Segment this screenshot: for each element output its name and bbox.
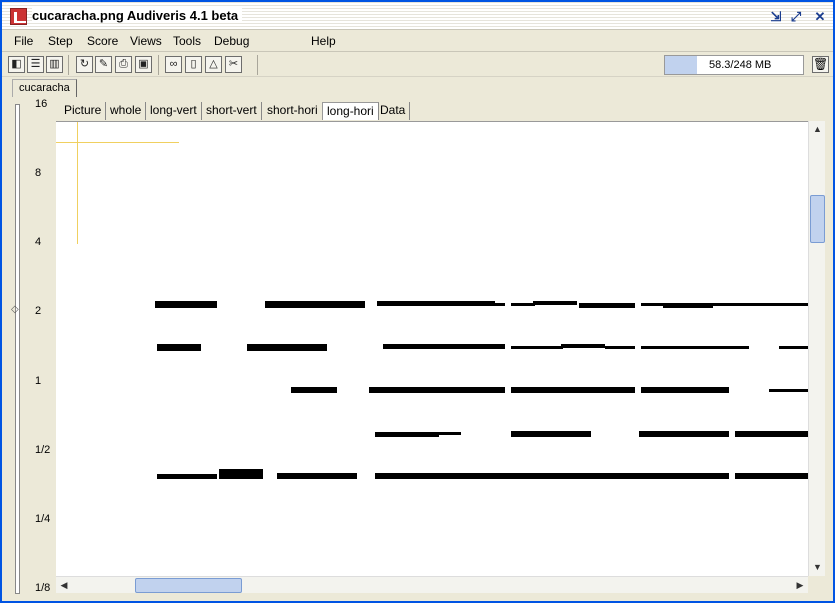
- zoom-slider-track[interactable]: [15, 104, 20, 594]
- tab-long-hori[interactable]: long-hori: [322, 102, 379, 120]
- tab-whole[interactable]: whole: [106, 102, 147, 120]
- scroll-up-icon[interactable]: ▲: [809, 121, 826, 137]
- menu-score[interactable]: Score: [87, 34, 118, 48]
- menu-debug[interactable]: Debug: [214, 34, 249, 48]
- menu-views[interactable]: Views: [130, 34, 162, 48]
- scale-label: 1: [35, 375, 42, 387]
- minimize-icon[interactable]: ⇲: [768, 9, 784, 25]
- scale-label: 16: [35, 98, 48, 110]
- horizontal-run: [605, 346, 635, 349]
- horizontal-run: [155, 301, 217, 308]
- close-icon[interactable]: ✕: [812, 9, 828, 25]
- vertical-scroll-thumb[interactable]: [810, 195, 825, 243]
- edit-icon[interactable]: ✎: [95, 56, 112, 73]
- horizontal-run: [579, 303, 635, 308]
- menu-step[interactable]: Step: [48, 34, 73, 48]
- print-icon[interactable]: ⎙: [115, 56, 132, 73]
- view-tab-bar: Picture whole long-vert short-vert short…: [56, 100, 816, 120]
- memory-text: 58.3/248 MB: [709, 59, 772, 71]
- scale-label: 1/8: [35, 582, 51, 594]
- zoom-scale-panel: ◇ 16 8 4 2 1 1/2 1/4 1/8: [5, 98, 55, 598]
- tab-data[interactable]: Data: [376, 102, 411, 120]
- horizontal-run: [383, 344, 505, 349]
- cut-icon[interactable]: ✂: [225, 56, 242, 73]
- horizontal-run: [713, 303, 808, 306]
- document-tab[interactable]: cucaracha: [12, 79, 77, 97]
- long-hori-view-canvas[interactable]: [56, 121, 808, 576]
- horizontal-run: [265, 301, 365, 308]
- horizontal-run: [735, 431, 808, 437]
- tab-short-vert[interactable]: short-vert: [202, 102, 262, 120]
- audiveris-app-icon: [10, 8, 27, 25]
- tab-picture[interactable]: Picture: [60, 102, 107, 120]
- zoom-slider-thumb[interactable]: ◇: [11, 304, 25, 318]
- horizontal-run: [641, 303, 663, 306]
- refresh-icon[interactable]: ↻: [76, 56, 93, 73]
- horizontal-run: [277, 473, 357, 479]
- horizontal-run: [561, 344, 605, 348]
- scroll-down-icon[interactable]: ▼: [809, 559, 826, 575]
- horizontal-run: [511, 387, 635, 393]
- horizontal-scrollbar[interactable]: ◀ ▶: [56, 576, 808, 593]
- columns-icon[interactable]: ▥: [46, 56, 63, 73]
- vertical-scrollbar[interactable]: ▲ ▼: [808, 121, 825, 576]
- horizontal-run: [663, 303, 713, 308]
- crosshair-horizontal: [56, 142, 179, 143]
- horizontal-run: [157, 344, 201, 351]
- horizontal-run: [769, 389, 808, 392]
- horizontal-run: [291, 387, 337, 393]
- horizontal-run: [247, 344, 327, 351]
- horizontal-run: [735, 473, 808, 479]
- toolbar-separator: [158, 55, 159, 75]
- toolbar-separator: [257, 55, 258, 75]
- memory-meter[interactable]: 58.3/248 MB: [664, 55, 804, 75]
- toolbar-separator: [68, 55, 69, 75]
- horizontal-run: [369, 387, 505, 393]
- horizontal-run: [511, 431, 591, 437]
- horizontal-run: [375, 473, 729, 479]
- scroll-left-icon[interactable]: ◀: [56, 577, 72, 594]
- memory-used-fill: [665, 56, 698, 74]
- scale-label: 4: [35, 236, 42, 248]
- tab-short-hori[interactable]: short-hori: [263, 102, 323, 120]
- crosshair-vertical: [77, 122, 78, 244]
- horizontal-run: [439, 432, 461, 435]
- tab-long-vert[interactable]: long-vert: [146, 102, 202, 120]
- scale-label: 2: [35, 305, 42, 317]
- horizontal-run: [779, 346, 808, 349]
- menu-help[interactable]: Help: [311, 34, 336, 48]
- book-icon[interactable]: ▯: [185, 56, 202, 73]
- shape-icon[interactable]: △: [205, 56, 222, 73]
- maximize-icon[interactable]: ⤢: [788, 9, 804, 25]
- binoculars-icon[interactable]: ∞: [165, 56, 182, 73]
- title-bar[interactable]: cucaracha.png Audiveris 4.1 beta ⇲ ⤢ ✕: [2, 2, 833, 30]
- toolbar: ◧ ☰ ▥ ↻ ✎ ⎙ ▣ ∞ ▯ △ ✂ 58.3/248 MB 🗑: [2, 53, 833, 77]
- horizontal-run: [219, 469, 263, 479]
- scale-label: 1/4: [35, 513, 51, 525]
- horizontal-run: [641, 346, 749, 349]
- split-icon[interactable]: ☰: [27, 56, 44, 73]
- scale-label: 1/2: [35, 444, 51, 456]
- horizontal-run: [511, 303, 535, 306]
- horizontal-run: [375, 432, 439, 437]
- menu-tools[interactable]: Tools: [173, 34, 201, 48]
- horizontal-run: [641, 387, 729, 393]
- horizontal-run: [639, 431, 729, 437]
- save-icon[interactable]: ▣: [135, 56, 152, 73]
- scale-label: 8: [35, 167, 42, 179]
- menu-file[interactable]: File: [14, 34, 33, 48]
- horizontal-run: [533, 301, 577, 305]
- horizontal-run: [511, 346, 563, 349]
- scroll-right-icon[interactable]: ▶: [792, 577, 808, 594]
- horizontal-run: [377, 301, 495, 306]
- menu-bar: File Step Score Views Tools Debug Help: [2, 30, 833, 52]
- app-window: cucaracha.png Audiveris 4.1 beta ⇲ ⤢ ✕ F…: [0, 0, 835, 603]
- open-icon[interactable]: ◧: [8, 56, 25, 73]
- horizontal-run: [495, 303, 505, 306]
- trash-icon[interactable]: 🗑: [812, 56, 829, 73]
- window-title: cucaracha.png Audiveris 4.1 beta: [32, 8, 243, 23]
- horizontal-scroll-thumb[interactable]: [135, 578, 242, 593]
- horizontal-run: [157, 474, 217, 479]
